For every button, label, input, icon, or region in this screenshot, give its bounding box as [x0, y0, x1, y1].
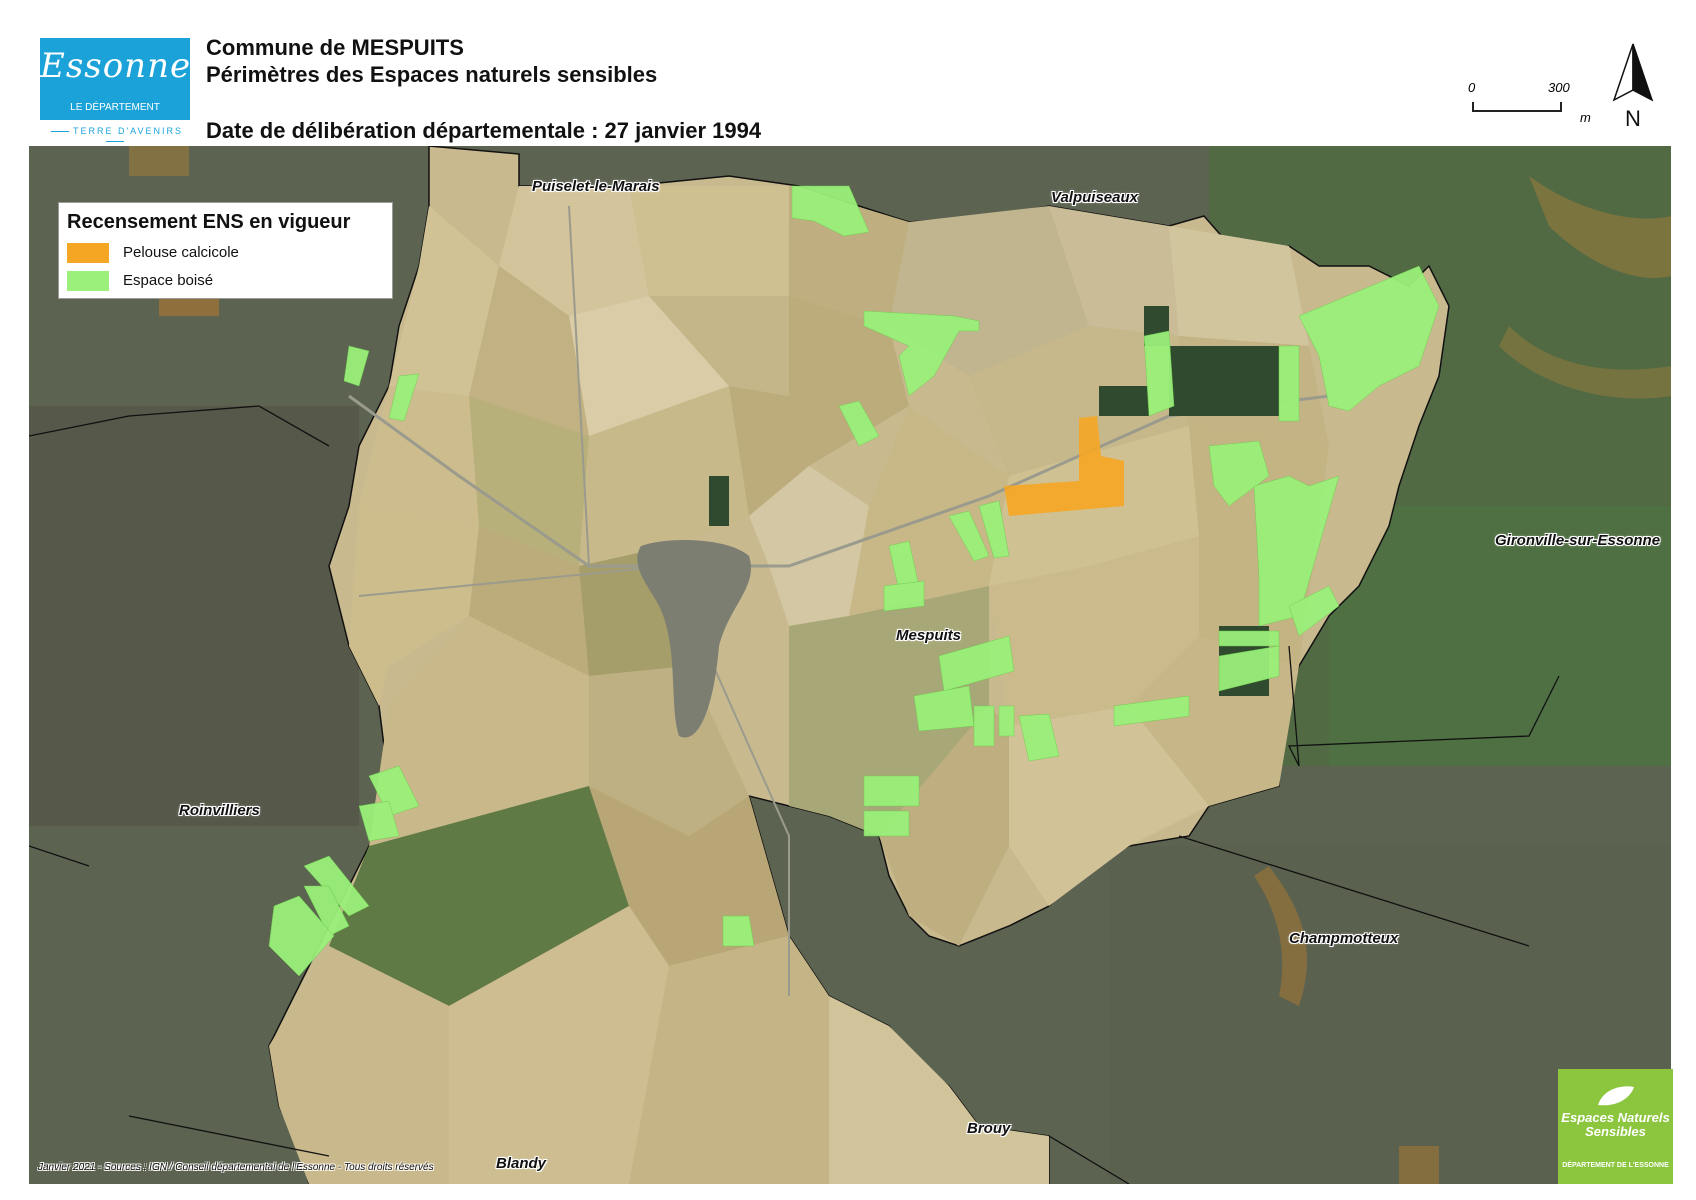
legend-swatch-pelouse	[67, 243, 109, 263]
place-label-puiselet: Puiselet-le-Marais	[532, 178, 660, 195]
scale-bar: 0 300 m	[1468, 80, 1591, 128]
north-arrow-icon: N	[1612, 43, 1654, 131]
logo-tagline: TERRE D'AVENIRS	[40, 126, 190, 146]
scale-end: 300	[1548, 80, 1570, 95]
scale-start: 0	[1468, 80, 1476, 95]
page-subtitle: Périmètres des Espaces naturels sensible…	[206, 62, 658, 87]
logo-script: Essonne	[40, 46, 192, 86]
legend-title: Recensement ENS en vigueur	[67, 211, 351, 233]
map-credits: Janvier 2021 - Sources : IGN / Conseil d…	[38, 1162, 434, 1173]
ens-logo-title: Espaces Naturels Sensibles	[1561, 1110, 1670, 1139]
legend-swatch-boise	[67, 271, 109, 291]
place-label-blandy: Blandy	[496, 1155, 547, 1172]
ens-logo-subtitle: DÉPARTEMENT DE L'ESSONNE	[1562, 1162, 1669, 1169]
logo-subtitle: LE DÉPARTEMENT	[70, 102, 160, 113]
legend-label-pelouse: Pelouse calcicole	[123, 244, 239, 261]
legend-label-boise: Espace boisé	[123, 272, 214, 289]
map-legend: Recensement ENS en vigueur Pelouse calci…	[58, 202, 393, 299]
place-label-brouy: Brouy	[967, 1120, 1011, 1137]
place-label-valpuiseaux: Valpuiseaux	[1051, 189, 1138, 206]
place-label-champmotteux: Champmotteux	[1289, 930, 1399, 947]
place-label-roinvilliers: Roinvilliers	[179, 802, 260, 819]
scale-bar-line	[1472, 102, 1562, 112]
aerial-map[interactable]	[29, 146, 1671, 1184]
leaf-icon	[1598, 1086, 1634, 1106]
essonne-logo: Essonne LE DÉPARTEMENT	[40, 38, 190, 120]
north-label: N	[1625, 106, 1641, 130]
scale-unit: m	[1580, 110, 1591, 125]
page-title: Commune de MESPUITS	[206, 35, 464, 60]
ens-logo: Espaces Naturels Sensibles DÉPARTEMENT D…	[1558, 1069, 1673, 1184]
map-canvas	[29, 146, 1671, 1184]
north-arrow: N	[1610, 42, 1656, 131]
place-label-gironville: Gironville-sur-Essonne	[1495, 532, 1661, 549]
deliberation-date: Date de délibération départementale : 27…	[206, 118, 762, 143]
place-label-mespuits: Mespuits	[896, 627, 962, 644]
